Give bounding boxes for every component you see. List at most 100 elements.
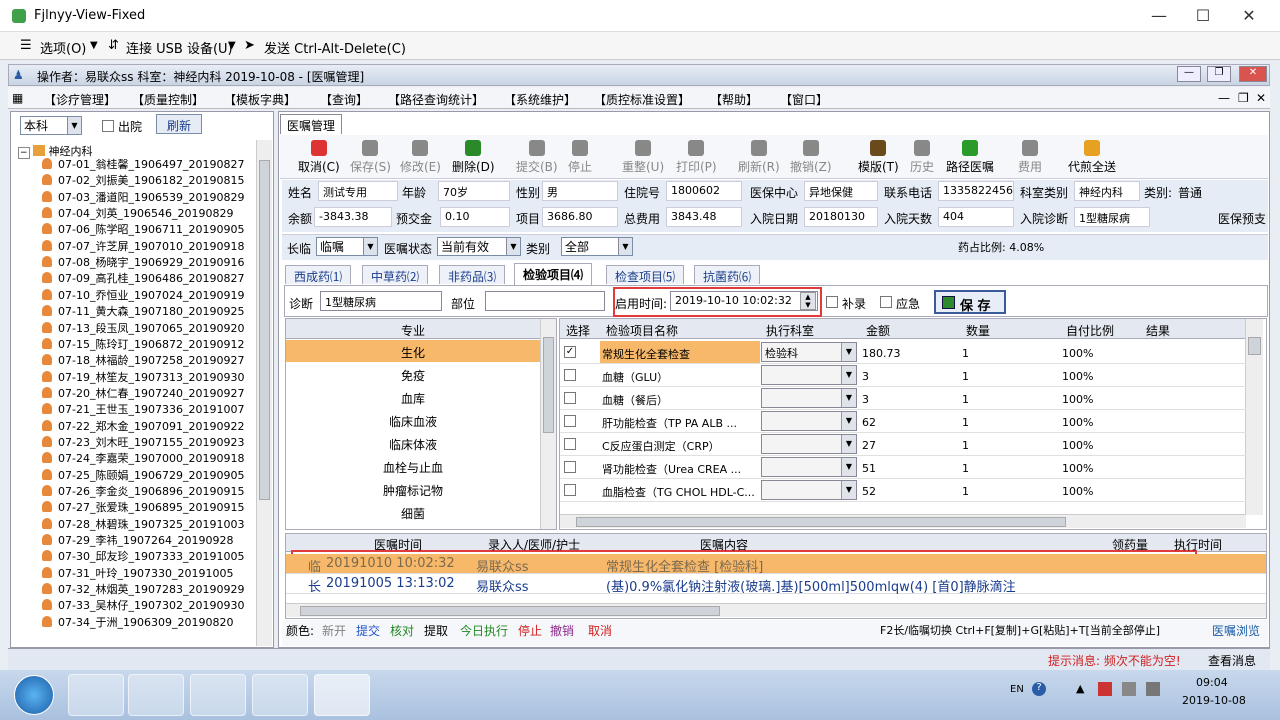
start-button[interactable] bbox=[14, 675, 54, 715]
lab-col-header[interactable]: 数量 bbox=[966, 322, 990, 339]
patient-tree-item[interactable]: 07-02_刘振美_1906182_20190815 bbox=[42, 172, 244, 188]
lab-item-name[interactable]: 血糖（餐后） bbox=[602, 392, 758, 408]
specialty-item[interactable]: 免疫 bbox=[286, 363, 540, 385]
flag-icon[interactable] bbox=[1098, 682, 1112, 696]
stop-button[interactable]: 停止 bbox=[568, 140, 592, 175]
menu-maintenance[interactable]: 【系统维护】 bbox=[504, 91, 576, 108]
patient-tree-item[interactable]: 07-21_王世玉_1907336_20191007 bbox=[42, 401, 244, 417]
patient-tree-item[interactable]: 07-32_林烟英_1907283_20190929 bbox=[42, 581, 244, 597]
network-icon[interactable] bbox=[1122, 682, 1136, 696]
edit-button[interactable]: 修改(E) bbox=[400, 140, 441, 175]
exec-dept-select[interactable]: 检验科 bbox=[761, 342, 857, 362]
exec-dept-select[interactable] bbox=[761, 434, 857, 454]
tab-non-drug[interactable]: 非药品⑶ bbox=[439, 265, 506, 284]
tab-order-management[interactable]: 医嘱管理 bbox=[280, 114, 343, 134]
order-col-header[interactable]: 执行时间 bbox=[1174, 536, 1222, 553]
patient-tree-item[interactable]: 07-03_潘道阳_1906539_20190829 bbox=[42, 189, 244, 205]
undo-button[interactable]: 撤销(Z) bbox=[790, 140, 832, 175]
tab-herbal[interactable]: 中草药⑵ bbox=[362, 265, 429, 284]
menu-query[interactable]: 【查询】 bbox=[320, 91, 368, 108]
patient-tree-item[interactable]: 07-30_邱友珍_1907333_20191005 bbox=[42, 548, 244, 564]
exec-dept-select[interactable] bbox=[761, 388, 857, 408]
menu-path-stats[interactable]: 【路径查询统计】 bbox=[388, 91, 484, 108]
volume-icon[interactable] bbox=[1146, 682, 1160, 696]
order-browse-link[interactable]: 医嘱浏览 bbox=[1212, 622, 1260, 639]
lab-item-checkbox[interactable] bbox=[564, 415, 576, 427]
cost-button[interactable]: 费用 bbox=[1018, 140, 1042, 175]
delete-button[interactable]: 删除(D) bbox=[452, 140, 495, 175]
refresh-button[interactable]: 刷新 bbox=[156, 114, 202, 134]
lab-col-header[interactable]: 选择 bbox=[566, 322, 590, 339]
diagnosis-input[interactable]: 1型糖尿病 bbox=[320, 291, 442, 311]
patient-tree-item[interactable]: 07-28_林碧珠_1907325_20191003 bbox=[42, 516, 244, 532]
lab-col-header[interactable]: 结果 bbox=[1146, 322, 1170, 339]
help-icon[interactable]: ? bbox=[1032, 682, 1046, 696]
tab-western-drugs[interactable]: 西成药⑴ bbox=[285, 265, 352, 284]
taskbar-app-compass-icon[interactable] bbox=[252, 674, 308, 716]
lab-item-name[interactable]: 肝功能检查（TP PA ALB ... bbox=[602, 415, 758, 431]
close-button[interactable]: ✕ bbox=[1234, 6, 1264, 25]
minimize-button[interactable]: — bbox=[1144, 6, 1174, 25]
menu-quality[interactable]: 【质量控制】 bbox=[132, 91, 204, 108]
lab-col-header[interactable]: 执行科室 bbox=[766, 322, 814, 339]
submit-button[interactable]: 提交(B) bbox=[516, 140, 558, 175]
send-cad-button[interactable]: 发送 Ctrl-Alt-Delete(C) bbox=[264, 38, 406, 57]
exec-dept-select[interactable] bbox=[761, 480, 857, 500]
patient-tree-item[interactable]: 07-27_张爱珠_1906895_20190915 bbox=[42, 499, 244, 515]
specialty-item[interactable]: 生化 bbox=[286, 340, 540, 362]
specialty-item[interactable]: 血库 bbox=[286, 386, 540, 408]
refresh-button[interactable]: 刷新(R) bbox=[738, 140, 780, 175]
tree-scrollbar[interactable] bbox=[256, 140, 272, 646]
patient-tree-item[interactable]: 07-26_李金炎_1906896_20190915 bbox=[42, 483, 244, 499]
menu-qc-settings[interactable]: 【质控标准设置】 bbox=[594, 91, 690, 108]
patient-tree-item[interactable]: 07-04_刘英_1906546_20190829 bbox=[42, 205, 233, 221]
patient-tree-item[interactable]: 07-34_于洲_1906309_20190820 bbox=[42, 614, 233, 630]
lab-col-header[interactable]: 金额 bbox=[866, 322, 890, 339]
chevron-down-icon[interactable]: ▼ bbox=[90, 40, 98, 51]
tab-exam-items[interactable]: 检查项目⑸ bbox=[606, 265, 685, 284]
menu-help[interactable]: 【帮助】 bbox=[710, 91, 758, 108]
save-button[interactable]: 保存(S) bbox=[350, 140, 391, 175]
template-button[interactable]: 模版(T) bbox=[858, 140, 899, 175]
lab-item-qty[interactable]: 1 bbox=[962, 485, 969, 498]
mdi-restore-button[interactable]: ❐ bbox=[1207, 66, 1231, 82]
order-col-header[interactable]: 医嘱时间 bbox=[374, 536, 422, 553]
specialty-item[interactable]: 肿瘤标记物 bbox=[286, 478, 540, 500]
lab-item-qty[interactable]: 1 bbox=[962, 347, 969, 360]
taskbar-app-explorer-icon[interactable] bbox=[68, 674, 124, 716]
specialty-item[interactable]: 临床体液 bbox=[286, 432, 540, 454]
patient-tree-item[interactable]: 07-24_李嘉荣_1907000_20190918 bbox=[42, 450, 244, 466]
patient-tree-item[interactable]: 07-33_吴林仔_1907302_20190930 bbox=[42, 597, 244, 613]
order-type-select[interactable]: 临嘱 ▼ bbox=[316, 237, 378, 256]
mdi-close-button[interactable]: ✕ bbox=[1239, 66, 1267, 82]
specialty-item[interactable]: 临床血液 bbox=[286, 409, 540, 431]
menu-minimize-button[interactable]: — bbox=[1218, 91, 1230, 105]
lab-grid-scrollbar[interactable] bbox=[1245, 319, 1263, 515]
scope-select[interactable]: 本科 ▼ bbox=[20, 116, 82, 135]
lab-item-checkbox[interactable]: ✓ bbox=[564, 346, 576, 358]
patient-tree-item[interactable]: 07-22_郑木金_1907091_20190922 bbox=[42, 418, 244, 434]
lab-item-qty[interactable]: 1 bbox=[962, 393, 969, 406]
collapse-icon[interactable]: − bbox=[18, 147, 30, 159]
language-indicator[interactable]: EN bbox=[1010, 684, 1024, 695]
order-status-select[interactable]: 当前有效 ▼ bbox=[437, 237, 521, 256]
lab-item-qty[interactable]: 1 bbox=[962, 416, 969, 429]
clock-date[interactable]: 2019-10-08 bbox=[1182, 694, 1246, 707]
patient-tree-item[interactable]: 07-15_陈玲玎_1906872_20190912 bbox=[42, 336, 244, 352]
tab-lab-items[interactable]: 检验项目⑷ bbox=[514, 263, 593, 285]
menu-close-button[interactable]: ✕ bbox=[1256, 91, 1266, 105]
patient-tree-item[interactable]: 07-19_林笙友_1907313_20190930 bbox=[42, 369, 244, 385]
lab-item-checkbox[interactable] bbox=[564, 484, 576, 496]
lab-item-checkbox[interactable] bbox=[564, 392, 576, 404]
menu-restore-button[interactable]: ❐ bbox=[1238, 91, 1249, 105]
path-order-button[interactable]: 路径医嘱 bbox=[946, 140, 994, 175]
lab-item-checkbox[interactable] bbox=[564, 369, 576, 381]
lab-item-name[interactable]: 常规生化全套检查 bbox=[602, 346, 758, 362]
discharged-checkbox[interactable] bbox=[102, 120, 114, 132]
patient-tree-item[interactable]: 07-13_段玉凤_1907065_20190920 bbox=[42, 320, 244, 336]
lab-item-qty[interactable]: 1 bbox=[962, 462, 969, 475]
taskbar-app-media-icon[interactable] bbox=[128, 674, 184, 716]
order-col-header[interactable]: 领药量 bbox=[1112, 536, 1148, 553]
lab-grid-hscrollbar[interactable] bbox=[560, 514, 1246, 528]
patient-tree-item[interactable]: 07-18_林福龄_1907258_20190927 bbox=[42, 352, 244, 368]
